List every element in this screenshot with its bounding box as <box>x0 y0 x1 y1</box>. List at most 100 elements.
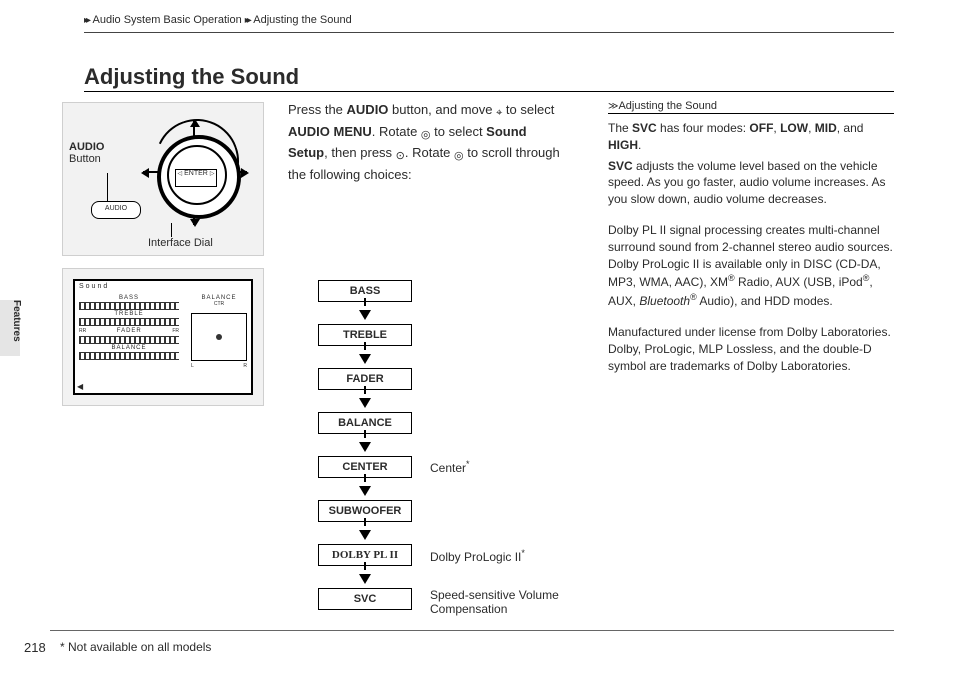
enter-label: ENTER <box>184 170 208 177</box>
text-bold: MID <box>815 121 837 135</box>
divider <box>50 630 894 631</box>
balance-grid <box>191 313 247 361</box>
info-column: ≫Adjusting the Sound The SVC has four mo… <box>608 100 894 388</box>
text: Press the <box>288 102 347 117</box>
text: button, and move <box>388 102 496 117</box>
row-label: FADER <box>89 328 169 334</box>
text-italic: Bluetooth <box>639 294 690 308</box>
dial-icon: ◎ <box>421 127 431 144</box>
arrow-down-icon <box>359 442 371 452</box>
arrow-stem <box>364 298 366 306</box>
info-para-2: SVC adjusts the volume level based on th… <box>608 158 894 208</box>
annotation-center: Center* <box>430 459 470 475</box>
breadcrumb-b: Adjusting the Sound <box>253 14 351 26</box>
arrow-down-icon <box>359 486 371 496</box>
figure-sound-screen: Sound BASS TREBLE RRFADERFR BALANCE BALA… <box>62 268 264 406</box>
annotation-dolby: Dolby ProLogic II* <box>430 548 525 564</box>
dial-illustration: ◁ ENTER ▷ <box>135 113 255 233</box>
instruction-text: Press the AUDIO button, and move ⌖ to se… <box>288 100 568 184</box>
text: to select <box>502 102 554 117</box>
ctr-label: CTR <box>191 301 247 307</box>
text: , then press <box>324 145 396 160</box>
breadcrumb: ▸▸ Audio System Basic Operation ▸▸ Adjus… <box>84 14 352 26</box>
row-label: TREBLE <box>79 311 179 317</box>
breadcrumb-a: Audio System Basic Operation <box>93 14 242 26</box>
text: Dolby ProLogic II <box>430 550 521 564</box>
text: . Rotate <box>372 124 421 139</box>
arrow-stem <box>364 562 366 570</box>
text-bold: OFF <box>749 121 773 135</box>
press-icon: ⊙ <box>396 148 405 165</box>
footnote: * Not available on all models <box>60 640 211 654</box>
text: has four modes: <box>657 121 750 135</box>
audio-button-label: AUDIO Button <box>69 141 104 165</box>
info-para-1: The SVC has four modes: OFF, LOW, MID, a… <box>608 120 894 154</box>
info-header: ≫Adjusting the Sound <box>608 100 894 114</box>
slider-illustration <box>79 302 179 310</box>
text: Adjusting the Sound <box>618 100 716 112</box>
text-bold: AUDIO <box>347 102 389 117</box>
tiny-label: R <box>243 363 247 369</box>
chevron-icon: ▸▸ <box>84 15 88 26</box>
text: Speed-sensitive Volume <box>430 588 559 602</box>
text-bold: HIGH <box>608 138 638 152</box>
side-tab-label: Features <box>11 300 22 342</box>
screen-title: Sound <box>79 283 109 290</box>
text: Compensation <box>430 602 507 616</box>
sound-screen: Sound BASS TREBLE RRFADERFR BALANCE BALA… <box>73 279 253 395</box>
label-text: AUDIO <box>69 141 104 153</box>
annotation-svc: Speed-sensitive Volume Compensation <box>430 588 559 617</box>
label-text: Button <box>69 153 101 165</box>
flow-node-svc: SVC <box>318 588 412 610</box>
back-icon: ◀ <box>77 382 83 391</box>
row-label: BASS <box>79 295 179 301</box>
chevron-icon: ▸▸ <box>245 15 249 26</box>
text: . <box>638 138 641 152</box>
tiny-label: FR <box>172 328 179 334</box>
text-bold: SVC <box>608 159 633 173</box>
page-number: 218 <box>24 640 46 655</box>
reg-mark: ® <box>728 273 735 283</box>
arrow-down-icon <box>359 354 371 364</box>
text: adjusts the volume level based on the ve… <box>608 159 886 207</box>
arrow-down-icon <box>359 530 371 540</box>
arrow-stem <box>364 474 366 482</box>
leader-line <box>171 223 172 237</box>
page-title: Adjusting the Sound <box>84 64 299 90</box>
slider-illustration <box>79 318 179 326</box>
text: to select <box>431 124 487 139</box>
arrow-down-icon <box>359 574 371 584</box>
arrow-stem <box>364 386 366 394</box>
arrow-stem <box>364 342 366 350</box>
reg-mark: ® <box>690 292 697 302</box>
arrow-stem <box>364 430 366 438</box>
figure-interface-dial: AUDIO Button ◁ ENTER ▷ AUDIO Interface D… <box>62 102 264 256</box>
audio-hw-button: AUDIO <box>91 201 141 219</box>
side-tab-features: Features <box>0 300 20 356</box>
info-icon: ≫ <box>608 101 618 112</box>
text-bold: AUDIO MENU <box>288 124 372 139</box>
tiny-label: L <box>191 363 194 369</box>
text: . Rotate <box>405 145 454 160</box>
text: , and <box>837 121 864 135</box>
arrow-down-icon <box>359 310 371 320</box>
divider <box>84 32 894 33</box>
footnote-marker: * <box>521 548 525 558</box>
row-label: BALANCE <box>79 345 179 351</box>
footnote-marker: * <box>466 459 470 469</box>
text-bold: SVC <box>632 121 657 135</box>
text: Audio), and HDD modes. <box>697 294 833 308</box>
arrow-down-icon <box>359 398 371 408</box>
info-para-3: Dolby PL II signal processing creates mu… <box>608 222 894 310</box>
text: , <box>808 121 815 135</box>
arrow-stem <box>364 518 366 526</box>
enter-button-icon: ◁ ENTER ▷ <box>175 169 217 187</box>
slider-illustration <box>79 336 179 344</box>
balance-dot-icon <box>216 334 222 340</box>
dial-icon: ◎ <box>454 148 464 165</box>
flow-chart: BASS TREBLE FADER BALANCE CENTER SUBWOOF… <box>318 280 412 610</box>
text: The <box>608 121 632 135</box>
interface-dial-label: Interface Dial <box>148 237 213 249</box>
info-para-4: Manufactured under license from Dolby La… <box>608 324 894 374</box>
tiny-label: RR <box>79 328 86 334</box>
